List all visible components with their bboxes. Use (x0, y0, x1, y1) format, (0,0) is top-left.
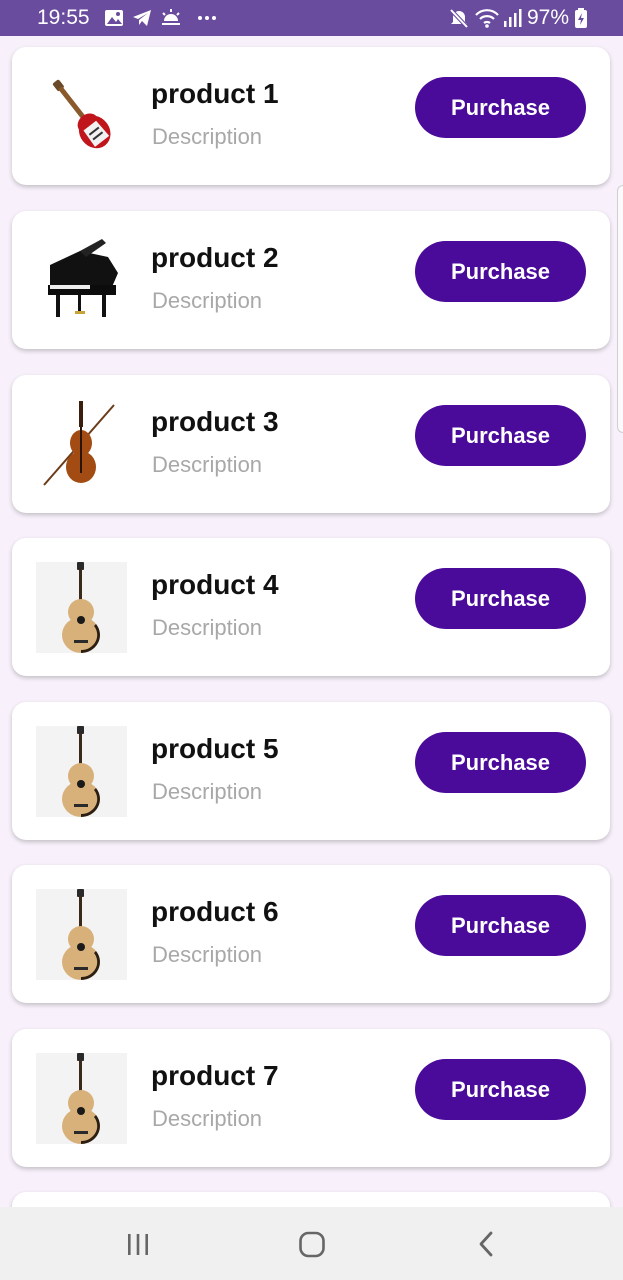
product-card: product 5 Description Purchase (12, 702, 610, 840)
status-time: 19:55 (37, 6, 90, 29)
signal-icon (504, 9, 522, 27)
purchase-button[interactable]: Purchase (415, 732, 586, 793)
product-name: product 1 (151, 78, 279, 109)
product-name: product 5 (151, 733, 279, 764)
product-description: Description (152, 942, 263, 967)
purchase-button[interactable]: Purchase (415, 77, 586, 138)
navigation-bar (0, 1207, 623, 1280)
product-card: product 4 Description Purchase (12, 538, 610, 676)
purchase-button[interactable]: Purchase (415, 895, 586, 956)
product-description: Description (152, 779, 263, 804)
product-description: Description (152, 1106, 263, 1131)
product-image-acoustic-guitar (36, 889, 127, 980)
product-card: product 1 Description Purchase (12, 47, 610, 185)
battery-charging-icon (575, 8, 587, 28)
product-list[interactable]: product 1 Description Purchase product 2… (0, 36, 623, 1207)
product-description: Description (152, 124, 263, 149)
product-image-acoustic-guitar (36, 1053, 127, 1144)
battery-percentage: 97% (527, 6, 570, 29)
product-image-acoustic-guitar (36, 562, 127, 653)
product-image-grand-piano (36, 235, 127, 326)
status-bar: 19:55 97% (0, 0, 623, 36)
product-card: product 7 Description Purchase (12, 1029, 610, 1167)
product-name: product 3 (151, 406, 279, 437)
more-dots-icon (198, 16, 216, 20)
mute-icon (449, 8, 469, 29)
weather-icon (162, 9, 180, 25)
product-card-partial (12, 1192, 610, 1207)
product-description: Description (152, 288, 263, 313)
home-icon[interactable] (282, 1221, 342, 1267)
product-name: product 6 (151, 896, 279, 927)
back-icon[interactable] (456, 1221, 516, 1267)
wifi-icon (475, 9, 499, 28)
product-image-violin (36, 399, 127, 490)
gallery-icon (105, 10, 123, 26)
product-card: product 3 Description Purchase (12, 375, 610, 513)
purchase-button[interactable]: Purchase (415, 241, 586, 302)
purchase-button[interactable]: Purchase (415, 568, 586, 629)
product-description: Description (152, 615, 263, 640)
telegram-icon (133, 10, 151, 26)
product-card: product 6 Description Purchase (12, 865, 610, 1003)
product-description: Description (152, 452, 263, 477)
scrollbar[interactable] (617, 185, 623, 433)
product-name: product 7 (151, 1060, 279, 1091)
recent-apps-icon[interactable] (108, 1221, 168, 1267)
product-image-acoustic-guitar (36, 726, 127, 817)
product-image-electric-guitar (36, 71, 127, 162)
product-name: product 4 (151, 569, 279, 600)
product-card: product 2 Description Purchase (12, 211, 610, 349)
purchase-button[interactable]: Purchase (415, 405, 586, 466)
product-name: product 2 (151, 242, 279, 273)
purchase-button[interactable]: Purchase (415, 1059, 586, 1120)
